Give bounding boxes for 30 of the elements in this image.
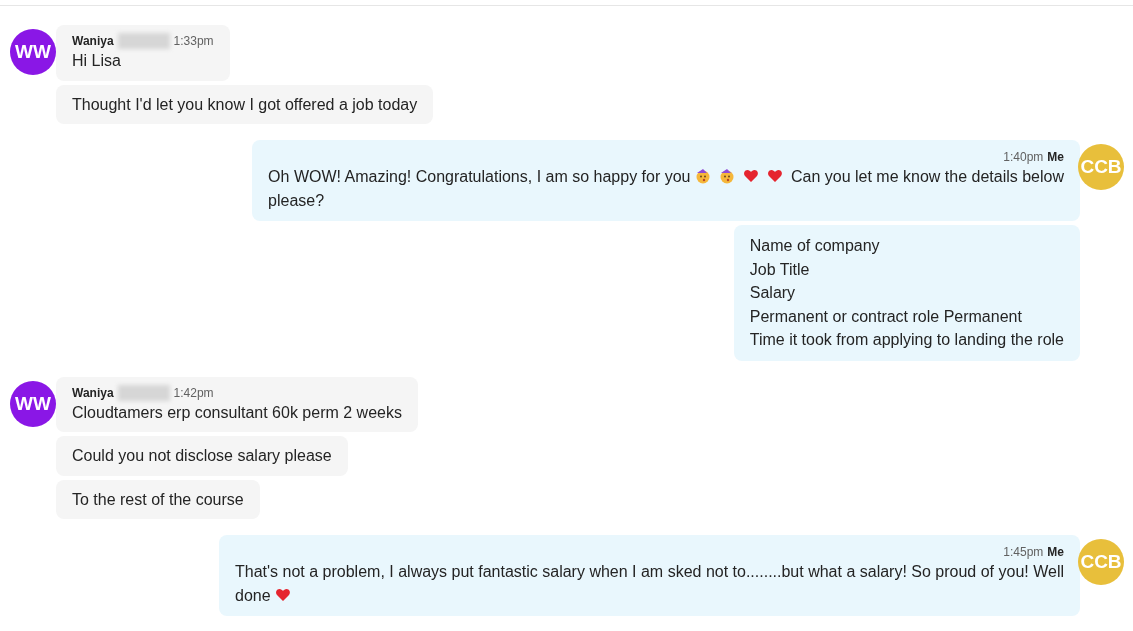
message-text: Job Title (749, 260, 810, 278)
party-face-icon (718, 168, 735, 184)
sender-name: Waniya (72, 33, 114, 49)
message-text: Salary (749, 284, 796, 301)
timestamp: 1:33pm (173, 33, 214, 49)
heart-icon (742, 168, 759, 184)
timestamp: 1:42pm (173, 384, 214, 401)
timestamp: 1:45pm (1003, 544, 1044, 560)
avatar[interactable]: WW (10, 380, 56, 427)
message-text: Thought I'd let you know I got offered a job today (72, 95, 418, 113)
sender-name: Me (1047, 544, 1064, 560)
message-text: Could you not disclose salary please (72, 447, 332, 464)
sender-name: Me (1047, 149, 1064, 165)
message-text: To the rest of the course (72, 490, 244, 508)
heart-icon (274, 586, 291, 603)
message-text: Hi Lisa (72, 52, 121, 69)
message-text: Oh WOW! Amazing! Congratulations, I am so happy for you (268, 168, 691, 185)
message-text: Name of company (749, 237, 880, 254)
message-text: please? (268, 191, 325, 209)
message-text: Cloudtamers erp consultant 60k perm 2 weeks (72, 403, 402, 421)
sender-name: Waniya (72, 384, 114, 401)
message-text: Can you let me know the details below (790, 168, 1064, 185)
message-text: That's not a problem, I always put fantastic salary when I am sked not to........but what a salary! So proud of you! Well (235, 563, 1064, 580)
message-text: Permanent or contract role Permanent (749, 307, 1022, 325)
heart-icon (766, 168, 783, 184)
message-text: done (235, 586, 271, 604)
timestamp: 1:40pm (1003, 149, 1044, 165)
avatar[interactable]: WW (10, 29, 56, 75)
party-face-icon (694, 168, 711, 184)
message-text: Time it took from applying to landing the role (749, 331, 1064, 348)
